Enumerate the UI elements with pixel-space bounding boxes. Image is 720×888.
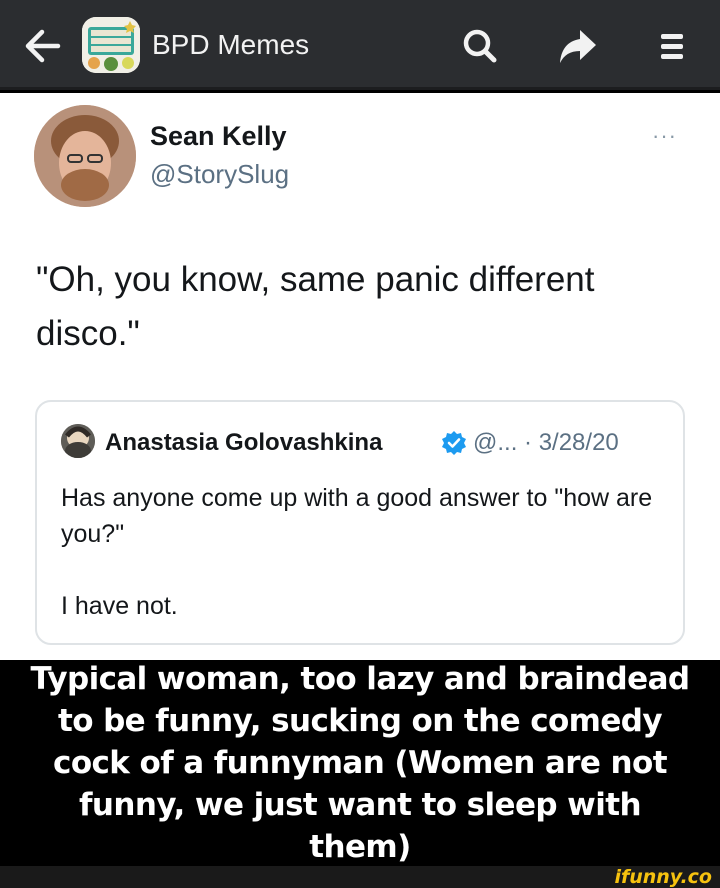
meme-caption: Typical woman, too lazy and braindead to… bbox=[0, 660, 720, 866]
quoted-tweet[interactable]: Anastasia Golovashkina @... · 3/28/20 Ha… bbox=[35, 400, 685, 645]
watermark-bar: ifunny.co bbox=[0, 866, 720, 888]
app-bar: BPD Memes bbox=[0, 0, 720, 90]
quoted-text-second: I have not. bbox=[61, 592, 178, 620]
search-icon[interactable] bbox=[458, 24, 502, 68]
display-name[interactable]: Sean Kelly bbox=[150, 121, 287, 152]
group-avatar[interactable] bbox=[82, 17, 140, 73]
quoted-avatar bbox=[61, 424, 95, 458]
quoted-meta: @... · 3/28/20 bbox=[473, 429, 619, 456]
group-name[interactable]: BPD Memes bbox=[152, 29, 309, 61]
share-arrow-icon[interactable] bbox=[556, 24, 600, 68]
more-options-icon[interactable]: ··· bbox=[652, 123, 677, 149]
caption-text: Typical woman, too lazy and braindead to… bbox=[30, 661, 691, 865]
hamburger-menu-icon[interactable] bbox=[652, 24, 696, 68]
group-logo-icon bbox=[82, 17, 140, 73]
verified-badge-icon bbox=[441, 430, 467, 456]
arrow-left-icon[interactable] bbox=[20, 26, 64, 66]
tweet-text: "Oh, you know, same panic different disc… bbox=[36, 260, 595, 353]
avatar bbox=[34, 105, 136, 207]
quoted-text: Has anyone come up with a good answer to… bbox=[61, 484, 653, 548]
tweet-card: Sean Kelly @StorySlug ··· "Oh, you know,… bbox=[0, 93, 720, 660]
quoted-display-name: Anastasia Golovashkina bbox=[105, 429, 383, 456]
user-handle[interactable]: @StorySlug bbox=[150, 159, 289, 190]
ifunny-watermark: ifunny.co bbox=[614, 866, 712, 888]
